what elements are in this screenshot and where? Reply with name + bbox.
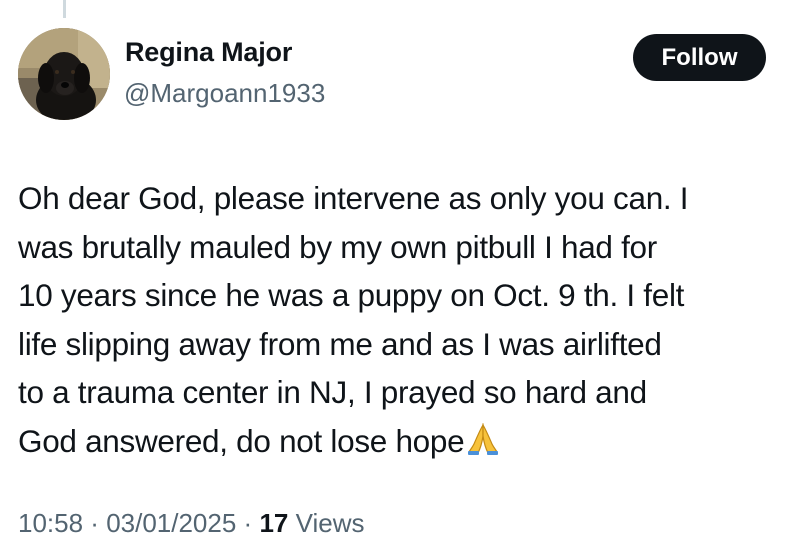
author-handle[interactable]: @Margoann1933 bbox=[124, 78, 325, 109]
views-count[interactable]: 17 bbox=[259, 508, 288, 538]
tweet-meta: 10:58 · 03/01/2025 · 17 Views bbox=[18, 508, 364, 539]
tweet-date[interactable]: 03/01/2025 bbox=[106, 508, 236, 538]
views-label: Views bbox=[288, 508, 365, 538]
tweet-text-line-content: God answered, do not lose hope bbox=[18, 422, 465, 459]
tweet-time[interactable]: 10:58 bbox=[18, 508, 83, 538]
tweet-text-line: was brutally mauled by my own pitbull I … bbox=[18, 228, 657, 265]
black-labrador-puppy-avatar bbox=[18, 28, 110, 120]
author-name[interactable]: Regina Major bbox=[125, 37, 292, 68]
meta-separator: · bbox=[236, 508, 260, 538]
tweet-text-line: to a trauma center in NJ, I prayed so ha… bbox=[18, 374, 647, 410]
follow-button[interactable]: Follow bbox=[633, 34, 766, 81]
tweet-text-line: Oh dear God, please intervene as only yo… bbox=[18, 180, 689, 216]
meta-separator: · bbox=[83, 508, 107, 538]
tweet-text-line-last: God answered, do not lose hope bbox=[18, 417, 788, 470]
thread-connector-line bbox=[63, 0, 66, 18]
avatar[interactable] bbox=[18, 28, 110, 120]
tweet-text-line: life slipping away from me and as I was … bbox=[18, 325, 662, 362]
tweet-text-line: 10 years since he was a puppy on Oct. 9 … bbox=[18, 277, 685, 313]
praying-hands-icon bbox=[466, 421, 500, 470]
tweet-text: Oh dear God, please intervene as only yo… bbox=[18, 174, 788, 469]
